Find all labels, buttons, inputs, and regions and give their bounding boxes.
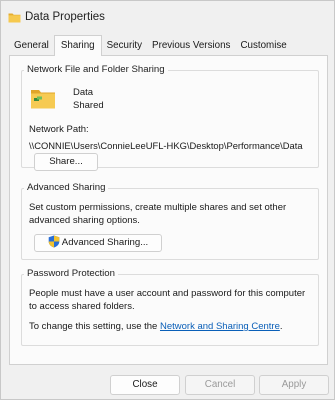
change-setting-prefix: To change this setting, use the	[29, 321, 160, 332]
tab-previous-versions[interactable]: Previous Versions	[147, 37, 235, 55]
network-and-sharing-centre-link[interactable]: Network and Sharing Centre	[160, 321, 280, 332]
network-sharing-legend: Network File and Folder Sharing	[24, 64, 168, 75]
properties-window: Data Properties General Sharing Security…	[0, 0, 335, 400]
password-protection-change-text: To change this setting, use the Network …	[29, 320, 283, 333]
tab-strip: General Sharing Security Previous Versio…	[9, 35, 329, 56]
network-sharing-group: Network File and Folder Sharing Data Sha…	[21, 64, 319, 171]
tab-security[interactable]: Security	[102, 37, 147, 55]
network-path-label: Network Path:	[29, 124, 89, 135]
folder-name: Data	[73, 87, 94, 98]
title-bar[interactable]: Data Properties	[1, 1, 334, 33]
advanced-sharing-button[interactable]: Advanced Sharing...	[34, 234, 162, 252]
close-button[interactable]: Close	[110, 375, 180, 395]
cancel-button[interactable]: Cancel	[185, 375, 255, 395]
advanced-sharing-desc-line1: Set custom permissions, create multiple …	[29, 202, 287, 213]
password-protection-line2: to access shared folders.	[29, 301, 135, 312]
share-button[interactable]: Share...	[34, 153, 98, 171]
sharing-panel: Network File and Folder Sharing Data Sha…	[9, 55, 328, 365]
advanced-sharing-desc-line2: advanced sharing options.	[29, 215, 140, 226]
network-path-value: \\CONNIE\Users\ConnieLeeUFL-HKG\Desktop\…	[29, 140, 303, 151]
password-protection-legend: Password Protection	[24, 268, 118, 279]
advanced-sharing-legend: Advanced Sharing	[24, 182, 109, 193]
shared-folder-icon	[30, 88, 56, 110]
password-protection-line1: People must have a user account and pass…	[29, 288, 306, 299]
window-title: Data Properties	[25, 11, 105, 23]
advanced-sharing-button-label: Advanced Sharing...	[61, 237, 149, 248]
change-setting-suffix: .	[279, 321, 283, 332]
advanced-sharing-group: Advanced Sharing Set custom permissions,…	[21, 182, 319, 260]
password-protection-group: Password Protection People must have a u…	[21, 268, 319, 346]
uac-shield-icon	[48, 235, 60, 248]
folder-icon	[8, 12, 21, 23]
apply-button[interactable]: Apply	[259, 375, 329, 395]
tab-general[interactable]: General	[9, 37, 54, 55]
folder-share-state: Shared	[73, 100, 104, 111]
tab-sharing[interactable]: Sharing	[53, 35, 102, 56]
tab-customise[interactable]: Customise	[235, 37, 291, 55]
